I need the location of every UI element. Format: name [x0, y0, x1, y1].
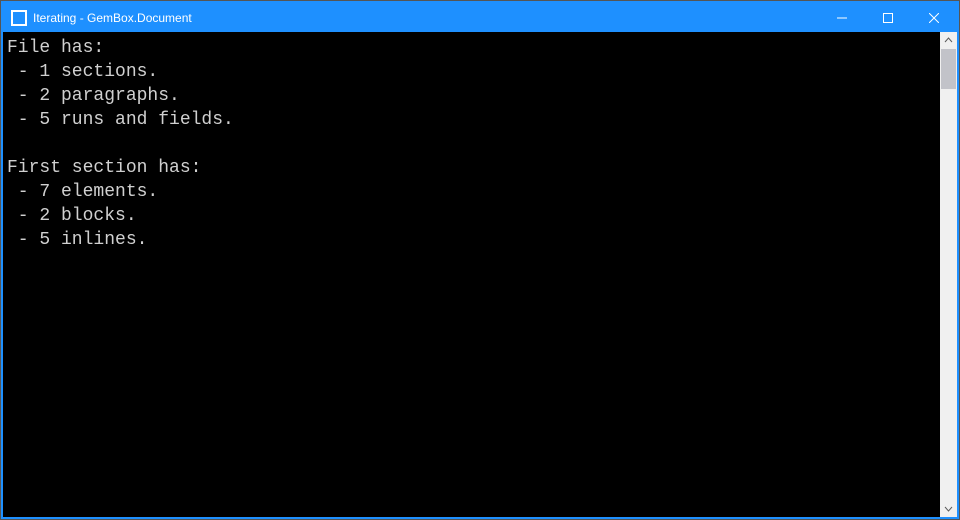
- titlebar[interactable]: Iterating - GemBox.Document: [3, 3, 957, 32]
- app-window: Iterating - GemBox.Document File has: - …: [2, 2, 958, 518]
- maximize-icon: [883, 13, 893, 23]
- chevron-up-icon: [944, 36, 953, 45]
- client-area: File has: - 1 sections. - 2 paragraphs. …: [3, 32, 957, 517]
- scroll-thumb[interactable]: [941, 49, 956, 89]
- chevron-down-icon: [944, 504, 953, 513]
- close-icon: [929, 13, 939, 23]
- close-button[interactable]: [911, 3, 957, 32]
- scroll-up-button[interactable]: [940, 32, 957, 49]
- minimize-button[interactable]: [819, 3, 865, 32]
- scroll-track[interactable]: [940, 49, 957, 500]
- app-icon: [11, 10, 27, 26]
- vertical-scrollbar[interactable]: [940, 32, 957, 517]
- maximize-button[interactable]: [865, 3, 911, 32]
- scroll-down-button[interactable]: [940, 500, 957, 517]
- window-title: Iterating - GemBox.Document: [33, 11, 200, 25]
- console-output: File has: - 1 sections. - 2 paragraphs. …: [3, 32, 940, 517]
- minimize-icon: [837, 13, 847, 23]
